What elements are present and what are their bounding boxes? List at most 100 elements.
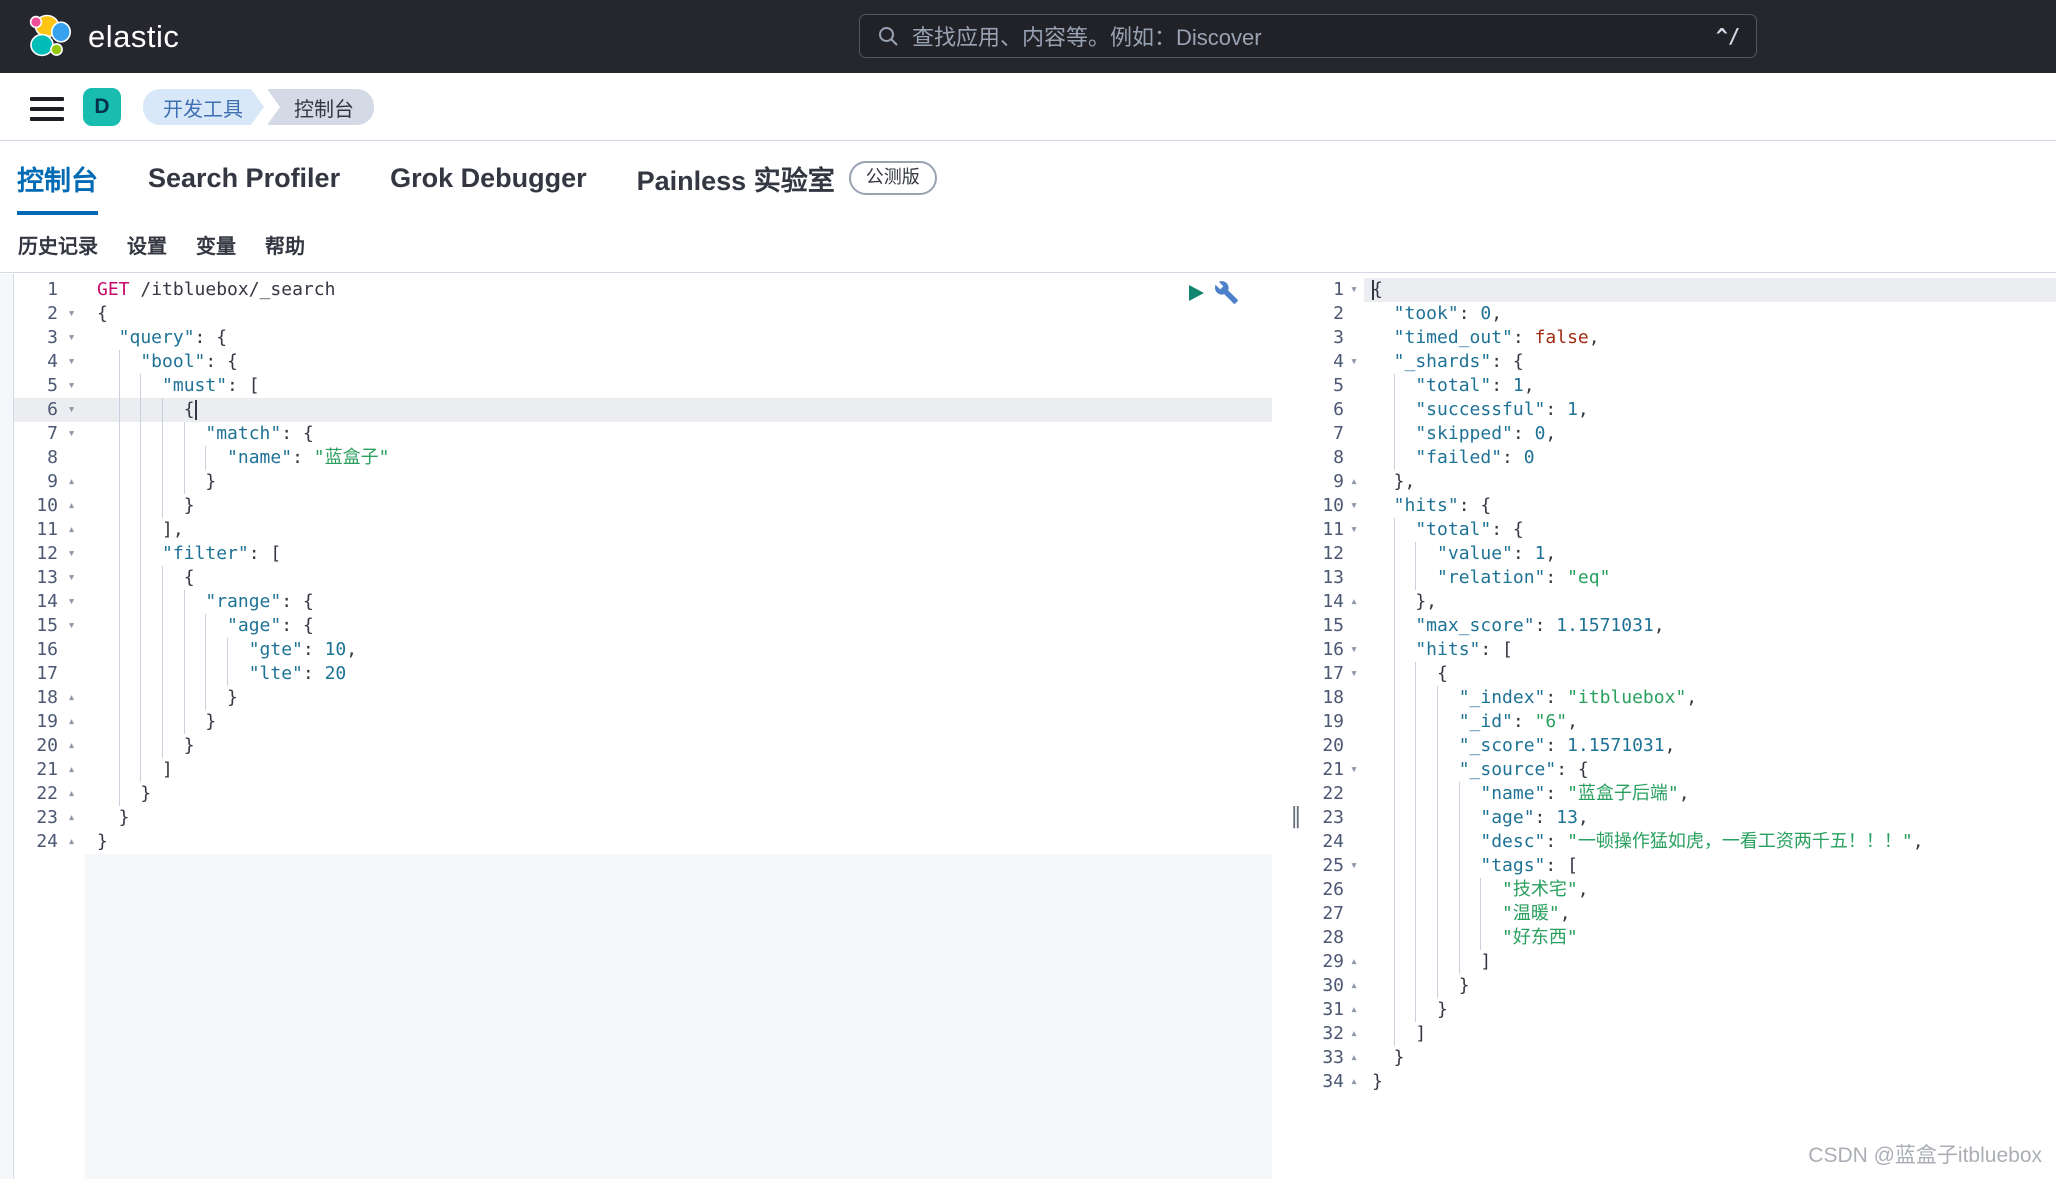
fold-close-icon[interactable]: ▴ — [1344, 470, 1364, 494]
code-line[interactable]: } — [1364, 1070, 2056, 1094]
code-line[interactable]: } — [85, 470, 1272, 494]
fold-open-icon[interactable]: ▾ — [58, 422, 85, 446]
code-line[interactable]: "age": { — [85, 614, 1272, 638]
fold-open-icon[interactable]: ▾ — [58, 374, 85, 398]
code-line[interactable]: { — [85, 566, 1272, 590]
editor-empty-area[interactable] — [85, 854, 1272, 1179]
fold-open-icon[interactable]: ▾ — [1344, 638, 1364, 662]
code-line[interactable]: { — [1364, 278, 2056, 302]
request-code[interactable]: GET /itbluebox/_search{"query": {"bool":… — [85, 278, 1272, 854]
fold-close-icon[interactable]: ▴ — [58, 518, 85, 542]
fold-close-icon[interactable]: ▴ — [1344, 998, 1364, 1022]
fold-close-icon[interactable]: ▴ — [1344, 1046, 1364, 1070]
code-line[interactable]: } — [85, 782, 1272, 806]
code-line[interactable]: "failed": 0 — [1364, 446, 2056, 470]
code-line[interactable]: } — [85, 734, 1272, 758]
fold-open-icon[interactable]: ▾ — [58, 302, 85, 326]
fold-close-icon[interactable]: ▴ — [1344, 590, 1364, 614]
code-line[interactable]: } — [1364, 1046, 2056, 1070]
fold-close-icon[interactable]: ▴ — [1344, 1070, 1364, 1094]
fold-open-icon[interactable]: ▾ — [1344, 758, 1364, 782]
code-line[interactable]: "range": { — [85, 590, 1272, 614]
code-line[interactable]: } — [85, 710, 1272, 734]
tab-控制台[interactable]: 控制台 — [17, 141, 98, 215]
console-menu-item-2[interactable]: 变量 — [196, 230, 236, 259]
fold-close-icon[interactable]: ▴ — [58, 686, 85, 710]
code-line[interactable]: "desc": "一顿操作猛如虎，一看工资两千五！！！", — [1364, 830, 2056, 854]
breadcrumb-item-1[interactable]: 控制台 — [268, 89, 374, 125]
code-line[interactable]: "must": [ — [85, 374, 1272, 398]
fold-close-icon[interactable]: ▴ — [58, 758, 85, 782]
code-line[interactable]: "_source": { — [1364, 758, 2056, 782]
code-line[interactable]: "filter": [ — [85, 542, 1272, 566]
tab-grok-debugger[interactable]: Grok Debugger — [390, 141, 587, 215]
elastic-home-link[interactable]: elastic — [28, 13, 179, 61]
code-line[interactable]: } — [85, 830, 1272, 854]
code-line[interactable]: ] — [85, 758, 1272, 782]
fold-close-icon[interactable]: ▴ — [58, 782, 85, 806]
fold-open-icon[interactable]: ▾ — [1344, 494, 1364, 518]
code-line[interactable]: "name": "蓝盒子" — [85, 446, 1272, 470]
console-menu-item-3[interactable]: 帮助 — [265, 230, 305, 259]
code-line[interactable]: "hits": [ — [1364, 638, 2056, 662]
fold-open-icon[interactable]: ▾ — [1344, 854, 1364, 878]
code-line[interactable]: { — [1364, 662, 2056, 686]
code-line[interactable]: "_index": "itbluebox", — [1364, 686, 2056, 710]
tab-search-profiler[interactable]: Search Profiler — [148, 141, 340, 215]
fold-close-icon[interactable]: ▴ — [1344, 1022, 1364, 1046]
fold-close-icon[interactable]: ▴ — [1344, 974, 1364, 998]
code-line[interactable]: } — [85, 686, 1272, 710]
fold-open-icon[interactable]: ▾ — [1344, 662, 1364, 686]
code-line[interactable]: ] — [1364, 1022, 2056, 1046]
code-line[interactable]: "bool": { — [85, 350, 1272, 374]
code-line[interactable]: }, — [1364, 590, 2056, 614]
fold-open-icon[interactable]: ▾ — [58, 614, 85, 638]
code-line[interactable]: "query": { — [85, 326, 1272, 350]
fold-open-icon[interactable]: ▾ — [1344, 518, 1364, 542]
code-line[interactable]: ], — [85, 518, 1272, 542]
tab-painless-实验室[interactable]: Painless 实验室公测版 — [637, 141, 937, 215]
code-line[interactable]: "max_score": 1.1571031, — [1364, 614, 2056, 638]
code-line[interactable]: } — [1364, 974, 2056, 998]
code-line[interactable]: "name": "蓝盒子后端", — [1364, 782, 2056, 806]
fold-open-icon[interactable]: ▾ — [1344, 350, 1364, 374]
code-line[interactable]: GET /itbluebox/_search — [85, 278, 1272, 302]
fold-open-icon[interactable]: ▾ — [58, 326, 85, 350]
fold-close-icon[interactable]: ▴ — [58, 806, 85, 830]
code-line[interactable]: "age": 13, — [1364, 806, 2056, 830]
code-line[interactable]: }, — [1364, 470, 2056, 494]
code-line[interactable]: "hits": { — [1364, 494, 2056, 518]
code-line[interactable]: "successful": 1, — [1364, 398, 2056, 422]
fold-open-icon[interactable]: ▾ — [58, 590, 85, 614]
fold-open-icon[interactable]: ▾ — [1344, 278, 1364, 302]
menu-icon[interactable] — [30, 97, 64, 122]
code-line[interactable]: } — [85, 494, 1272, 518]
response-code[interactable]: {"took": 0,"timed_out": false,"_shards":… — [1364, 278, 2056, 1094]
breadcrumb-item-0[interactable]: 开发工具 — [143, 89, 251, 125]
code-line[interactable]: "timed_out": false, — [1364, 326, 2056, 350]
wrench-icon[interactable] — [1214, 280, 1239, 305]
code-line[interactable]: "_id": "6", — [1364, 710, 2056, 734]
code-line[interactable]: "relation": "eq" — [1364, 566, 2056, 590]
fold-open-icon[interactable]: ▾ — [58, 350, 85, 374]
fold-close-icon[interactable]: ▴ — [58, 734, 85, 758]
fold-open-icon[interactable]: ▾ — [58, 398, 85, 422]
code-line[interactable]: "tags": [ — [1364, 854, 2056, 878]
code-line[interactable]: { — [85, 398, 1272, 422]
code-line[interactable]: } — [85, 806, 1272, 830]
resize-handle[interactable]: ‖ — [1272, 804, 1320, 829]
fold-close-icon[interactable]: ▴ — [1344, 950, 1364, 974]
fold-close-icon[interactable]: ▴ — [58, 494, 85, 518]
code-line[interactable]: "total": 1, — [1364, 374, 2056, 398]
code-line[interactable]: "好东西" — [1364, 926, 2056, 950]
request-editor[interactable]: 12▾3▾4▾5▾6▾7▾89▴10▴11▴12▾13▾14▾15▾161718… — [0, 274, 1272, 1179]
code-line[interactable]: ] — [1364, 950, 2056, 974]
code-line[interactable]: "took": 0, — [1364, 302, 2056, 326]
code-line[interactable]: { — [85, 302, 1272, 326]
code-line[interactable]: "skipped": 0, — [1364, 422, 2056, 446]
code-line[interactable]: } — [1364, 998, 2056, 1022]
space-avatar[interactable]: D — [83, 88, 121, 126]
global-search-input[interactable]: 查找应用、内容等。例如：Discover ^/ — [859, 14, 1757, 58]
code-line[interactable]: "gte": 10, — [85, 638, 1272, 662]
code-line[interactable]: "技术宅", — [1364, 878, 2056, 902]
